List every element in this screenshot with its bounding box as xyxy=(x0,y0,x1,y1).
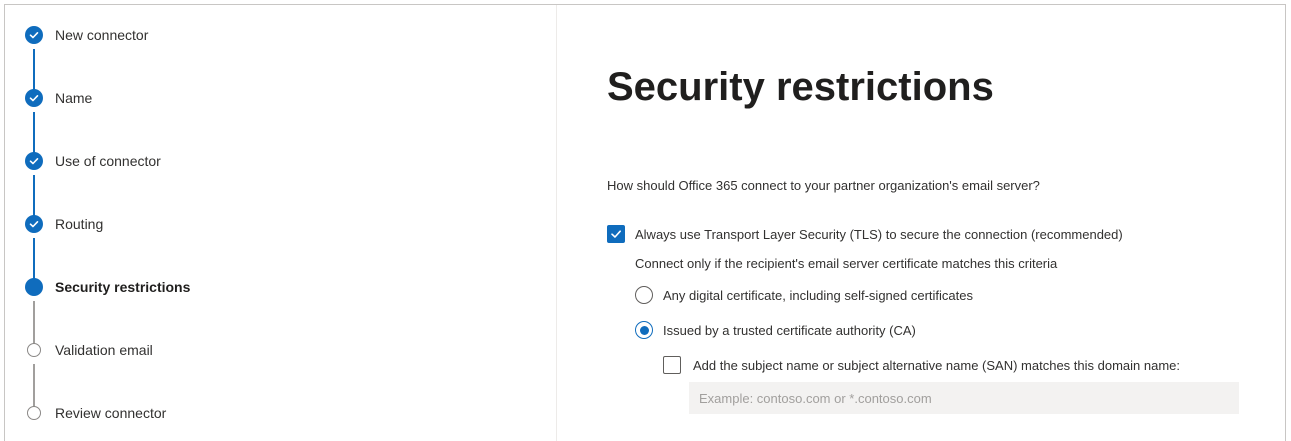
step-connector-line xyxy=(33,301,35,344)
tls-checkbox-label: Always use Transport Layer Security (TLS… xyxy=(635,226,1123,242)
checkmark-icon xyxy=(611,230,621,238)
step-label: Validation email xyxy=(55,342,153,358)
empty-circle-icon xyxy=(27,343,41,357)
main-content: Security restrictions How should Office … xyxy=(557,5,1285,441)
san-checkbox-label: Add the subject name or subject alternat… xyxy=(693,357,1181,373)
checkmark-circle-icon xyxy=(25,152,43,170)
san-checkbox[interactable] xyxy=(663,356,681,374)
step-validation-email[interactable]: Validation email xyxy=(25,340,153,360)
step-label: New connector xyxy=(55,27,149,43)
criteria-text: Connect only if the recipient's email se… xyxy=(635,256,1058,271)
step-connector-line xyxy=(33,175,35,218)
wizard-steps-panel: New connector Name Use of connector Rout… xyxy=(5,5,557,441)
step-connector-line xyxy=(33,49,35,92)
radio-any-certificate[interactable] xyxy=(635,286,653,304)
step-connector-line xyxy=(33,238,35,281)
empty-circle-icon xyxy=(27,406,41,420)
radio-trusted-ca-label: Issued by a trusted certificate authorit… xyxy=(663,322,916,338)
checkmark-circle-icon xyxy=(25,215,43,233)
wizard-window: New connector Name Use of connector Rout… xyxy=(4,4,1286,441)
step-connector-line xyxy=(33,364,35,407)
step-connector-line xyxy=(33,112,35,155)
checkmark-circle-icon xyxy=(25,26,43,44)
domain-name-input[interactable] xyxy=(689,382,1239,414)
san-option[interactable]: Add the subject name or subject alternat… xyxy=(663,356,1180,374)
step-label: Routing xyxy=(55,216,104,232)
step-label: Review connector xyxy=(55,405,167,421)
checkmark-circle-icon xyxy=(25,89,43,107)
step-review-connector[interactable]: Review connector xyxy=(25,403,166,423)
question-text: How should Office 365 connect to your pa… xyxy=(607,178,1040,193)
page-title: Security restrictions xyxy=(607,65,994,109)
step-label: Security restrictions xyxy=(55,279,191,295)
step-label: Use of connector xyxy=(55,153,161,169)
step-security-restrictions[interactable]: Security restrictions xyxy=(25,277,190,297)
radio-selected-dot xyxy=(639,325,649,335)
filled-circle-icon xyxy=(25,278,43,296)
step-routing[interactable]: Routing xyxy=(25,214,103,234)
radio-any-certificate-label: Any digital certificate, including self-… xyxy=(663,287,973,303)
radio-trusted-ca[interactable] xyxy=(635,321,653,339)
step-label: Name xyxy=(55,90,93,106)
step-new-connector[interactable]: New connector xyxy=(25,25,148,45)
step-use-of-connector[interactable]: Use of connector xyxy=(25,151,161,171)
step-name[interactable]: Name xyxy=(25,88,92,108)
radio-any-certificate-option[interactable]: Any digital certificate, including self-… xyxy=(635,286,973,304)
tls-option[interactable]: Always use Transport Layer Security (TLS… xyxy=(607,225,1123,243)
radio-trusted-ca-option[interactable]: Issued by a trusted certificate authorit… xyxy=(635,321,916,339)
tls-checkbox[interactable] xyxy=(607,225,625,243)
